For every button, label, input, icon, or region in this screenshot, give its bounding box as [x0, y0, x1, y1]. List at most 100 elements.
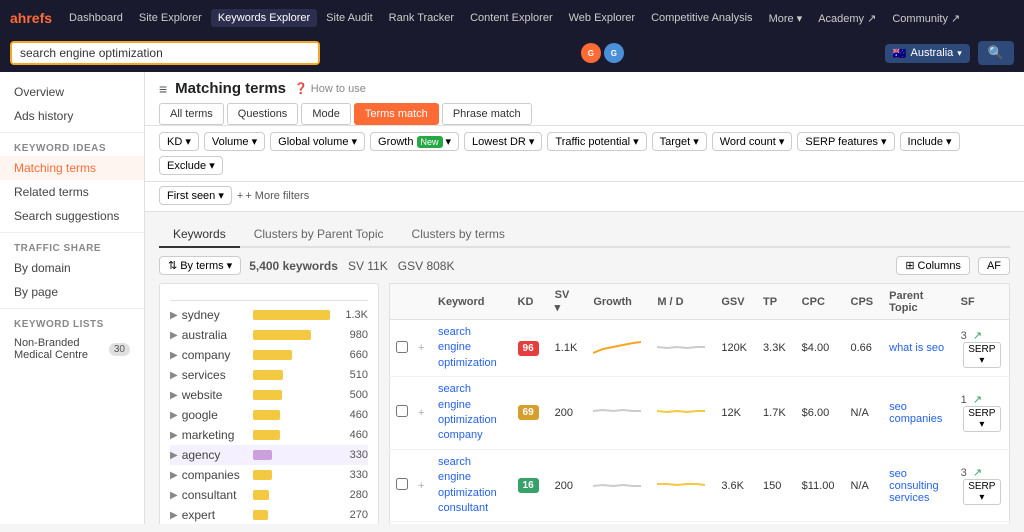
keyword-link[interactable]: search engine optimization consultant — [438, 455, 502, 517]
col-parent[interactable]: Parent Topic — [881, 284, 953, 320]
nav-link-competitive[interactable]: Competitive Analysis — [644, 9, 760, 27]
columns-button[interactable]: ⊞ Columns — [896, 256, 970, 275]
col-gsv[interactable]: GSV — [713, 284, 755, 320]
sidebar-item-search-suggestions[interactable]: Search suggestions — [0, 204, 144, 228]
keyword-link[interactable]: search engine optimization company — [438, 382, 502, 444]
term-count: 460 — [336, 409, 368, 421]
col-tp[interactable]: TP — [755, 284, 794, 320]
filter-exclude[interactable]: Exclude ▾ — [159, 156, 223, 175]
tab-clusters-terms[interactable]: Clusters by terms — [398, 222, 519, 248]
filter-global-volume[interactable]: Global volume ▾ — [270, 132, 365, 151]
content-area: ≡ Matching terms ❓ How to use All terms … — [145, 72, 1024, 524]
search-button[interactable]: 🔍 — [978, 41, 1014, 65]
chevron-down-icon: ▾ — [957, 48, 962, 59]
filter-volume[interactable]: Volume ▾ — [204, 132, 265, 151]
md-chart — [657, 476, 705, 492]
col-md[interactable]: M / D — [649, 284, 713, 320]
term-name: marketing — [182, 428, 247, 442]
sidebar-item-related-terms[interactable]: Related terms — [0, 180, 144, 204]
top-nav: ahrefs Dashboard Site Explorer Keywords … — [0, 0, 1024, 36]
term-count: 500 — [336, 389, 368, 401]
filter-traffic-potential[interactable]: Traffic potential ▾ — [547, 132, 646, 151]
tab-phrase-match[interactable]: Phrase match — [442, 103, 532, 125]
parent-topic-link[interactable]: seo companies — [889, 401, 942, 425]
country-label: Australia — [910, 47, 953, 59]
serp-btn[interactable]: SERP ▾ — [963, 342, 1001, 368]
sort-by-terms[interactable]: ⇅ By terms ▾ — [159, 256, 241, 275]
filter-target[interactable]: Target ▾ — [652, 132, 707, 151]
nav-link-keywords-explorer[interactable]: Keywords Explorer — [211, 9, 317, 27]
parent-topic-link[interactable]: what is seo — [889, 342, 944, 354]
term-count: 1.3K — [336, 309, 368, 321]
filter-lowest-dr[interactable]: Lowest DR ▾ — [464, 132, 542, 151]
nav-link-content-explorer[interactable]: Content Explorer — [463, 9, 560, 27]
sidebar-item-by-page[interactable]: By page — [0, 280, 144, 304]
filter-kd[interactable]: KD ▾ — [159, 132, 199, 151]
keyword-link[interactable]: search engine optimization — [438, 325, 502, 371]
term-row-services[interactable]: ▶ services 510 — [170, 365, 368, 385]
term-row-consultant[interactable]: ▶ consultant 280 — [170, 485, 368, 505]
sidebar-badge: 30 — [109, 343, 130, 356]
country-selector[interactable]: 🇦🇺 Australia ▾ — [885, 44, 970, 63]
tab-keywords[interactable]: Keywords — [159, 222, 240, 248]
filter-first-seen[interactable]: First seen ▾ — [159, 186, 232, 205]
secondary-tabs: Keywords Clusters by Parent Topic Cluste… — [159, 222, 1010, 248]
sidebar-item-overview[interactable]: Overview — [0, 80, 144, 104]
sort-icon: ⇅ — [168, 259, 177, 272]
term-row-website[interactable]: ▶ website 500 — [170, 385, 368, 405]
nav-link-rank-tracker[interactable]: Rank Tracker — [382, 9, 461, 27]
term-row-australia[interactable]: ▶ australia 980 — [170, 325, 368, 345]
tab-terms-match[interactable]: Terms match — [354, 103, 439, 125]
term-row-company[interactable]: ▶ company 660 — [170, 345, 368, 365]
term-count: 280 — [336, 489, 368, 501]
term-row-marketing[interactable]: ▶ marketing 460 — [170, 425, 368, 445]
term-count: 270 — [336, 509, 368, 521]
term-row-agency[interactable]: ▶ agency 330 — [170, 445, 368, 465]
sf-num: 3 — [961, 467, 967, 479]
nav-link-academy[interactable]: Academy ↗ — [811, 9, 883, 28]
tab-clusters-parent[interactable]: Clusters by Parent Topic — [240, 222, 398, 248]
hamburger-icon[interactable]: ≡ — [159, 81, 167, 97]
col-cps[interactable]: CPS — [843, 284, 882, 320]
nav-link-web-explorer[interactable]: Web Explorer — [562, 9, 642, 27]
serp-btn[interactable]: SERP ▾ — [963, 479, 1001, 505]
term-row-expert[interactable]: ▶ expert 270 — [170, 505, 368, 524]
nav-link-site-explorer[interactable]: Site Explorer — [132, 9, 209, 27]
sidebar-item-non-branded[interactable]: Non-Branded Medical Centre 30 — [0, 332, 144, 366]
filter-serp-features[interactable]: SERP features ▾ — [797, 132, 894, 151]
tab-all-terms[interactable]: All terms — [159, 103, 224, 125]
row-checkbox[interactable] — [396, 341, 408, 353]
term-row-google[interactable]: ▶ google 460 — [170, 405, 368, 425]
columns-icon: ⊞ — [905, 259, 914, 272]
filter-include[interactable]: Include ▾ — [900, 132, 960, 151]
sidebar-item-by-domain[interactable]: By domain — [0, 256, 144, 280]
nav-link-community[interactable]: Community ↗ — [885, 9, 967, 28]
filter-word-count[interactable]: Word count ▾ — [712, 132, 793, 151]
nav-link-dashboard[interactable]: Dashboard — [62, 9, 130, 27]
help-link[interactable]: ❓ How to use — [294, 82, 366, 95]
search-input[interactable] — [20, 46, 310, 60]
sidebar-item-ads-history[interactable]: Ads history — [0, 104, 144, 128]
col-growth[interactable]: Growth — [585, 284, 649, 320]
nav-link-more[interactable]: More ▾ — [762, 9, 810, 28]
term-row-companies[interactable]: ▶ companies 330 — [170, 465, 368, 485]
serp-btn[interactable]: SERP ▾ — [963, 406, 1001, 432]
col-sf[interactable]: SF — [953, 284, 1010, 320]
row-checkbox[interactable] — [396, 405, 408, 417]
row-checkbox[interactable] — [396, 478, 408, 490]
parent-topic-link[interactable]: seo consulting services — [889, 468, 939, 504]
filter-growth[interactable]: Growth New ▾ — [370, 132, 459, 151]
sidebar-item-matching-terms[interactable]: Matching terms — [0, 156, 144, 180]
term-name: services — [182, 368, 247, 382]
nav-link-site-audit[interactable]: Site Audit — [319, 9, 379, 27]
col-sv[interactable]: SV ▾ — [547, 284, 586, 320]
col-cpc[interactable]: CPC — [794, 284, 843, 320]
more-filters-btn[interactable]: + + More filters — [237, 190, 309, 202]
tab-mode[interactable]: Mode — [301, 103, 351, 125]
tab-questions[interactable]: Questions — [227, 103, 299, 125]
col-kd[interactable]: KD — [510, 284, 547, 320]
col-keyword[interactable]: Keyword — [430, 284, 510, 320]
md-chart — [657, 339, 705, 355]
af-button[interactable]: AF — [978, 257, 1010, 275]
term-row-sydney[interactable]: ▶ sydney 1.3K — [170, 305, 368, 325]
